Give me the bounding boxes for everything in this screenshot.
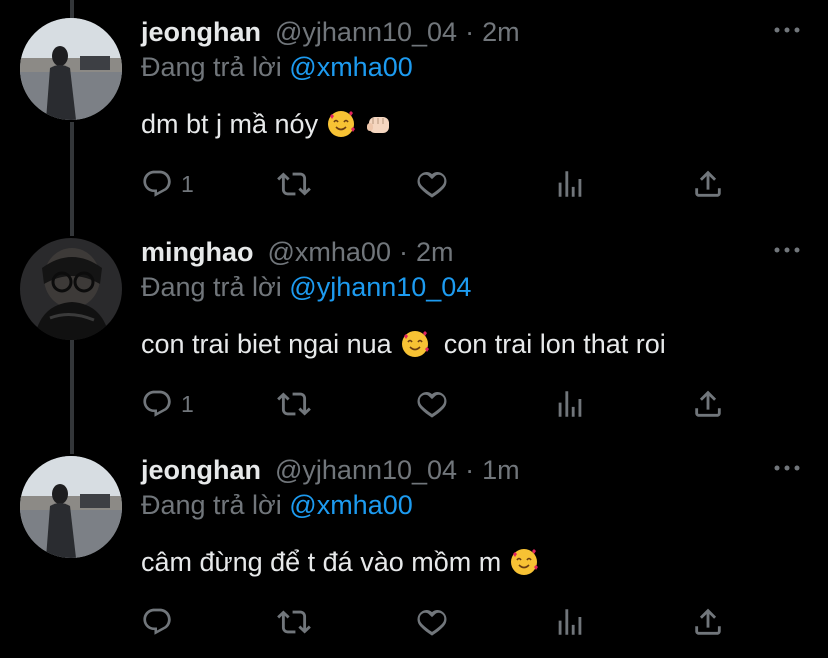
share-icon — [695, 390, 721, 417]
tweet-text: con trai biet ngai nua con trai lon that… — [141, 326, 666, 362]
reply-icon — [143, 608, 171, 635]
replying-to: Đang trả lời @xmha00 — [141, 488, 413, 522]
heart-icon — [417, 609, 447, 636]
retweet-icon — [277, 392, 311, 416]
retweet-button[interactable] — [277, 384, 311, 424]
views-button[interactable] — [553, 384, 587, 424]
reply-button[interactable]: 1 — [141, 164, 194, 204]
tweet-actions: 1 — [141, 384, 731, 424]
user-handle[interactable]: @xmha00 — [268, 234, 391, 270]
tweet-actions — [141, 602, 731, 642]
retweet-button[interactable] — [277, 602, 311, 642]
views-icon — [558, 609, 582, 635]
reply-button[interactable] — [141, 602, 181, 642]
more-options-button[interactable] — [772, 238, 802, 262]
replying-to-label: Đang trả lời — [141, 272, 282, 302]
avatar[interactable] — [20, 18, 122, 120]
replying-to-label: Đang trả lời — [141, 52, 282, 82]
views-button[interactable] — [553, 164, 587, 204]
share-button[interactable] — [691, 602, 725, 642]
separator: · — [398, 237, 408, 267]
timestamp[interactable]: 2m — [482, 14, 520, 50]
smiling-face-with-hearts-emoji — [401, 331, 429, 357]
reply-button[interactable]: 1 — [141, 384, 194, 424]
replying-to: Đang trả lời @xmha00 — [141, 50, 413, 84]
heart-icon — [417, 171, 447, 198]
mention-link[interactable]: @xmha00 — [289, 490, 412, 520]
more-icon — [774, 247, 800, 253]
more-icon — [774, 465, 800, 471]
tweet[interactable]: jeonghan @yjhann10_04 · 2m Đang trả lời … — [0, 0, 828, 220]
more-icon — [774, 27, 800, 33]
smiling-face-with-hearts-emoji — [328, 111, 356, 137]
reply-count: 1 — [181, 390, 194, 417]
avatar[interactable] — [20, 238, 122, 340]
tweet-text: dm bt j mầ nóy — [141, 106, 394, 142]
smiling-face-with-hearts-emoji — [511, 549, 539, 575]
separator: · — [465, 455, 475, 485]
reply-icon — [143, 170, 171, 197]
like-button[interactable] — [415, 164, 449, 204]
separator: · — [465, 17, 475, 47]
tweet[interactable]: minghao @xmha00 · 2m Đang trả lời @yjhan… — [0, 220, 828, 440]
tweet-header: minghao @xmha00 · 2m — [141, 234, 453, 270]
more-options-button[interactable] — [772, 456, 802, 480]
views-icon — [558, 391, 582, 417]
retweet-button[interactable] — [277, 164, 311, 204]
share-icon — [695, 170, 721, 197]
fist-emoji — [367, 117, 390, 133]
like-button[interactable] — [415, 602, 449, 642]
timestamp[interactable]: 1m — [482, 452, 520, 488]
tweet-text-content: con trai biet ngai nua — [141, 329, 392, 359]
share-button[interactable] — [691, 164, 725, 204]
mention-link[interactable]: @yjhann10_04 — [289, 272, 471, 302]
tweet-text: câm đừng để t đá vào mồm m — [141, 544, 539, 580]
display-name[interactable]: jeonghan — [141, 452, 261, 488]
views-icon — [558, 171, 582, 197]
views-button[interactable] — [553, 602, 587, 642]
heart-icon — [417, 391, 447, 418]
display-name[interactable]: minghao — [141, 234, 254, 270]
share-button[interactable] — [691, 384, 725, 424]
replying-to: Đang trả lời @yjhann10_04 — [141, 270, 471, 304]
reply-icon — [143, 390, 171, 417]
mention-link[interactable]: @xmha00 — [289, 52, 412, 82]
avatar[interactable] — [20, 456, 122, 558]
tweet-text-content: con trai lon that roi — [443, 329, 666, 359]
user-handle[interactable]: @yjhann10_04 — [275, 14, 457, 50]
reply-count: 1 — [181, 170, 194, 197]
user-handle[interactable]: @yjhann10_04 — [275, 452, 457, 488]
retweet-icon — [277, 172, 311, 196]
tweet-text-content: dm bt j mầ nóy — [141, 109, 319, 139]
share-icon — [695, 608, 721, 635]
tweet-header: jeonghan @yjhann10_04 · 1m — [141, 452, 520, 488]
tweet[interactable]: jeonghan @yjhann10_04 · 1m Đang trả lời … — [0, 438, 828, 658]
more-options-button[interactable] — [772, 18, 802, 42]
replying-to-label: Đang trả lời — [141, 490, 282, 520]
retweet-icon — [277, 610, 311, 634]
tweet-actions: 1 — [141, 164, 731, 204]
tweet-text-content: câm đừng để t đá vào mồm m — [141, 547, 502, 577]
timestamp[interactable]: 2m — [416, 234, 454, 270]
tweet-header: jeonghan @yjhann10_04 · 2m — [141, 14, 520, 50]
display-name[interactable]: jeonghan — [141, 14, 261, 50]
like-button[interactable] — [415, 384, 449, 424]
